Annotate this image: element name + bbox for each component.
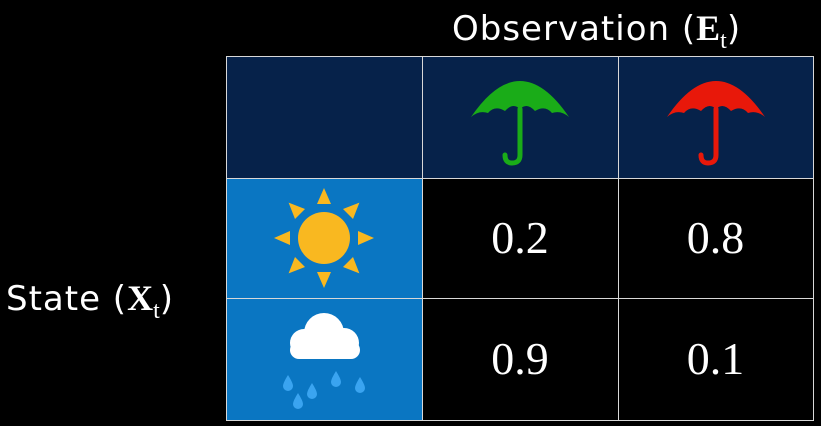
state-variable: X <box>127 278 154 318</box>
umbrella-icon <box>666 81 765 166</box>
state-label-text: State ( <box>6 279 128 319</box>
state-axis-label: State (Xt) <box>6 276 174 325</box>
column-header-red-umbrella <box>617 55 814 179</box>
sun-icon <box>274 188 374 288</box>
prob-rain-red-umbrella: 0.1 <box>617 297 814 421</box>
prob-sun-red-umbrella: 0.8 <box>617 177 814 299</box>
observation-variable: E <box>696 8 721 48</box>
umbrella-handle <box>502 106 523 166</box>
row-header-sun <box>225 177 423 299</box>
probability-value: 0.2 <box>491 212 549 263</box>
observation-subscript: t <box>720 28 727 54</box>
observation-axis-label: Observation (Et) <box>452 6 741 55</box>
rain-cloud-icon <box>283 313 365 409</box>
probability-value: 0.8 <box>686 212 745 263</box>
state-subscript: t <box>153 298 160 324</box>
state-label-close: ) <box>159 279 175 319</box>
prob-sun-green-umbrella: 0.2 <box>421 177 619 299</box>
umbrella-icon <box>471 81 569 166</box>
observation-label-text: Observation ( <box>452 9 697 49</box>
probability-value: 0.9 <box>491 333 549 384</box>
prob-rain-green-umbrella: 0.9 <box>421 297 619 421</box>
corner-cell <box>225 55 423 179</box>
row-header-rain <box>225 297 423 421</box>
observation-label-close: ) <box>726 9 742 49</box>
column-header-green-umbrella <box>421 55 619 179</box>
umbrella-handle <box>698 106 718 166</box>
probability-value: 0.1 <box>686 333 745 384</box>
emission-table: 0.2 0.8 0.9 0.1 <box>225 55 814 421</box>
